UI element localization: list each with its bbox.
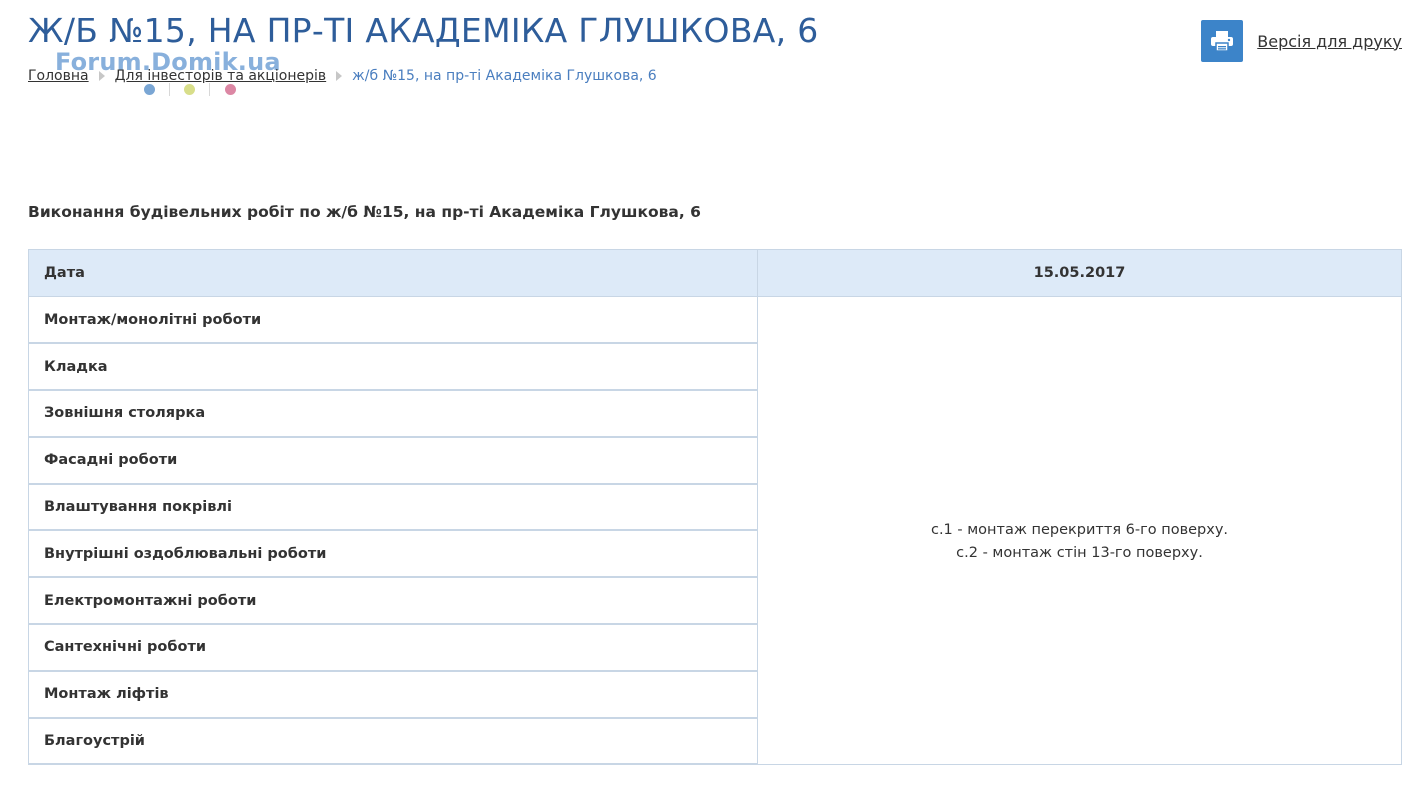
work-type-label: Влаштування покрівлі xyxy=(28,483,758,532)
breadcrumb: Головна Для інвесторів та акціонерів ж/б… xyxy=(28,66,657,86)
printer-icon xyxy=(1211,31,1234,52)
page-title: Ж/Б №15, НА ПР-ТІ АКАДЕМІКА ГЛУШКОВА, 6 xyxy=(28,11,819,50)
date-column-header: Дата xyxy=(28,249,758,297)
work-type-label: Фасадні роботи xyxy=(28,436,758,485)
work-type-label: Кладка xyxy=(28,342,758,392)
print-button[interactable] xyxy=(1201,20,1244,62)
work-type-label: Монтаж ліфтів xyxy=(28,670,758,719)
status-line: с.2 - монтаж стін 13-го поверху. xyxy=(956,545,1203,562)
work-type-label: Благоустрій xyxy=(28,717,758,766)
work-type-label: Зовнішня столярка xyxy=(28,389,758,438)
construction-progress-table: Дата 15.05.2017 Монтаж/монолітні роботи … xyxy=(28,249,1402,766)
print-version-link[interactable]: Версія для друку xyxy=(1257,32,1402,51)
section-heading: Виконання будівельних робіт по ж/б №15, … xyxy=(28,203,701,221)
work-type-label: Електромонтажні роботи xyxy=(28,576,758,626)
table-row: Монтаж/монолітні роботи с.1 - монтаж пер… xyxy=(28,296,1402,765)
work-type-label: Внутрішні оздоблювальні роботи xyxy=(28,529,758,579)
work-type-label: Сантехнічні роботи xyxy=(28,623,758,672)
date-value-header: 15.05.2017 xyxy=(757,249,1402,297)
progress-status-cell: с.1 - монтаж перекриття 6-го поверху. с.… xyxy=(757,296,1402,765)
print-version: Версія для друку xyxy=(1201,20,1402,62)
status-line: с.1 - монтаж перекриття 6-го поверху. xyxy=(930,522,1229,539)
breadcrumb-investors[interactable]: Для інвесторів та акціонерів xyxy=(115,66,327,86)
breadcrumb-separator-icon xyxy=(336,71,343,81)
table-header-row: Дата 15.05.2017 xyxy=(28,249,1402,297)
breadcrumb-current: ж/б №15, на пр-ті Академіка Глушкова, 6 xyxy=(352,68,657,84)
breadcrumb-home[interactable]: Головна xyxy=(28,66,89,86)
page: Ж/Б №15, НА ПР-ТІ АКАДЕМІКА ГЛУШКОВА, 6 … xyxy=(0,0,1420,791)
work-type-label: Монтаж/монолітні роботи xyxy=(28,296,758,345)
breadcrumb-separator-icon xyxy=(98,71,105,81)
